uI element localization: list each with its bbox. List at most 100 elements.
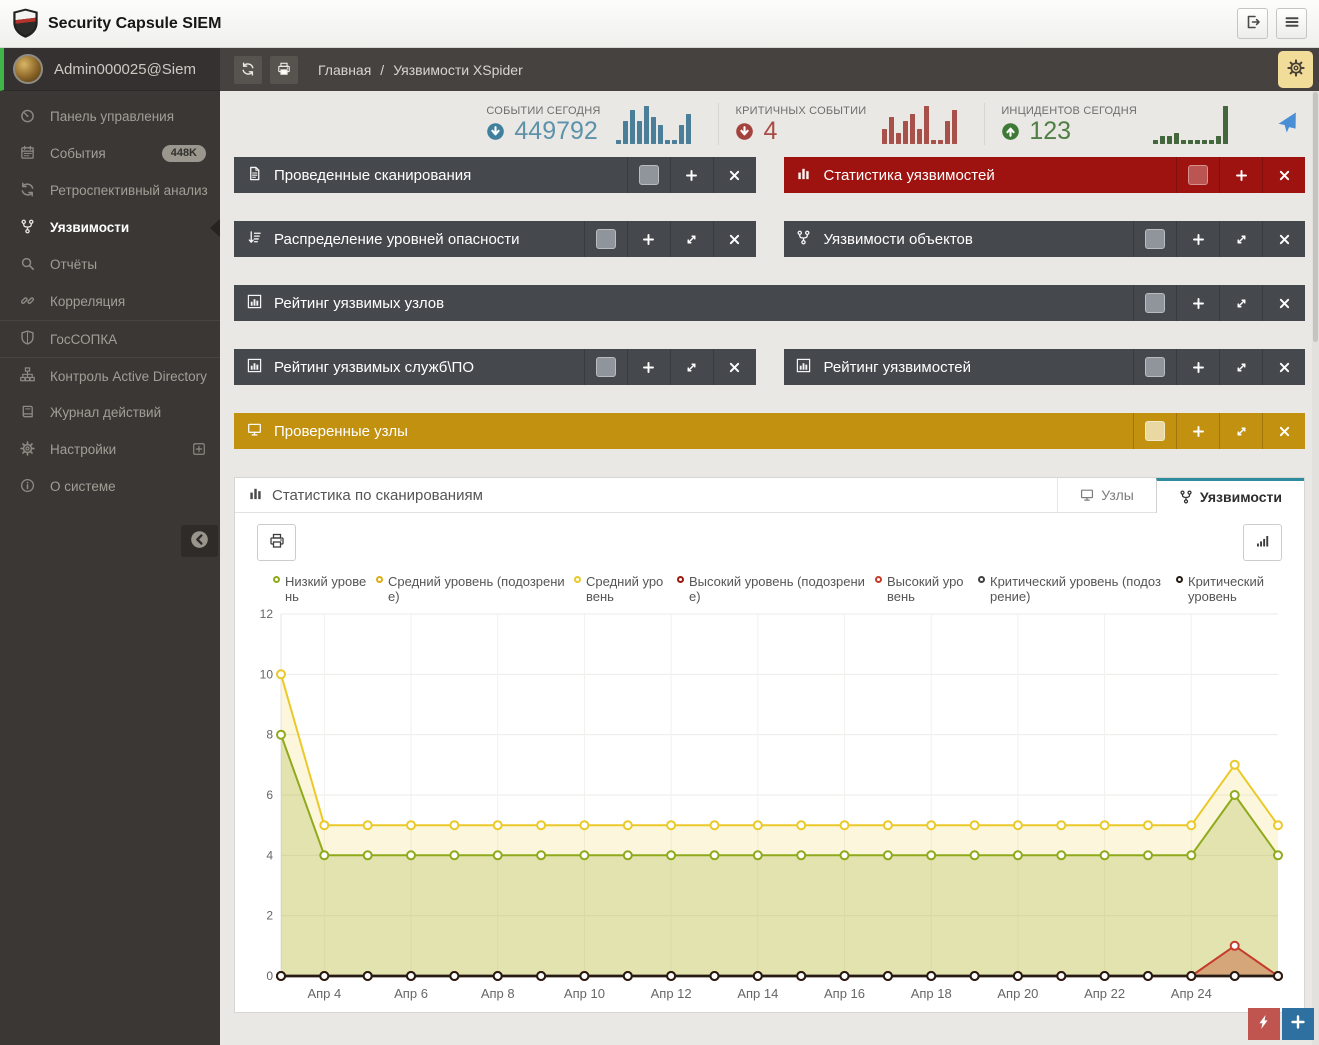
panel-swatch-button[interactable] <box>1133 349 1176 385</box>
panel-color-swatch[interactable] <box>1145 293 1165 313</box>
print-page-button[interactable] <box>270 55 298 84</box>
panel-close-button[interactable] <box>1262 157 1305 193</box>
panel-close-button[interactable] <box>1262 349 1305 385</box>
expand-icon <box>687 363 696 371</box>
close-icon <box>1279 362 1289 372</box>
menu-button[interactable] <box>1276 8 1307 39</box>
panel-swatch-button[interactable] <box>1133 221 1176 257</box>
panel-plus-button[interactable] <box>1176 413 1219 449</box>
panel-swatch-button[interactable] <box>583 349 627 385</box>
vertical-scrollbar[interactable] <box>1312 91 1319 1045</box>
breadcrumb-home[interactable]: Главная <box>318 62 371 78</box>
legend-item[interactable]: Средний уровень (подозрение) <box>376 574 565 604</box>
panel-color-swatch[interactable] <box>638 165 659 185</box>
monitor-icon <box>1081 489 1094 501</box>
svg-text:Апр 18: Апр 18 <box>911 986 952 1001</box>
sidebar-item-correlation[interactable]: Корреляция <box>0 283 220 320</box>
panel-close-button[interactable] <box>712 221 756 257</box>
panel-close-button[interactable] <box>712 157 756 193</box>
sidebar-item-settings[interactable]: Настройки <box>0 431 220 468</box>
info-icon <box>20 478 34 492</box>
sidebar-item-about[interactable]: О системе <box>0 468 220 505</box>
close-icon <box>1279 234 1289 244</box>
close-icon <box>729 170 740 180</box>
panel-plus-button[interactable] <box>626 221 670 257</box>
svg-text:0: 0 <box>266 969 273 983</box>
add-widget-button[interactable] <box>1282 1008 1314 1040</box>
panel-color-swatch[interactable] <box>1145 357 1165 377</box>
panel-color-swatch[interactable] <box>595 229 616 249</box>
panel-plus-button[interactable] <box>1176 285 1219 321</box>
scrollbar-thumb[interactable] <box>1313 92 1318 342</box>
legend-item[interactable]: Высокий уровень (подозрение) <box>677 574 866 604</box>
logout-button[interactable] <box>1237 8 1268 39</box>
sidebar-item-reports[interactable]: Отчёты <box>0 246 220 283</box>
panel-close-button[interactable] <box>1262 413 1305 449</box>
legend-label: Низкий уровень <box>285 574 367 604</box>
sidebar-item-ad-control[interactable]: Контроль Active Directory <box>0 357 220 394</box>
sidebar-item-events[interactable]: События 448K <box>0 135 220 172</box>
panel-close-button[interactable] <box>712 349 756 385</box>
legend-item[interactable]: Критический уровень <box>1176 574 1270 604</box>
bars-icon <box>798 169 809 180</box>
tab-vulnerabilities[interactable]: Уязвимости <box>1155 478 1304 513</box>
panel-swatch-button[interactable] <box>626 157 670 193</box>
panel-plus-button[interactable] <box>1219 157 1262 193</box>
stat-label: КРИТИЧНЫХ СОБЫТИИ <box>735 104 867 117</box>
dashboard-settings-button[interactable] <box>1278 51 1313 88</box>
user-row[interactable]: Admin000025@Siem <box>0 48 220 91</box>
sidebar-item-dashboard[interactable]: Панель управления <box>0 98 220 135</box>
panel-color-swatch[interactable] <box>1145 421 1165 441</box>
panel-expand-button[interactable] <box>669 221 713 257</box>
tab-nodes[interactable]: Узлы <box>1057 478 1156 512</box>
panel-color-swatch[interactable] <box>1188 165 1208 185</box>
legend-item[interactable]: Высокий уровень <box>875 574 969 604</box>
sidebar-item-gossopka[interactable]: ГосСОПКА <box>0 320 220 357</box>
chartbox-icon <box>247 359 261 373</box>
sidebar-collapse-button[interactable] <box>181 525 218 557</box>
logout-icon <box>1245 14 1261 33</box>
panel-plus-button[interactable] <box>1176 221 1219 257</box>
chart-type-button[interactable] <box>1243 524 1282 561</box>
refresh-button[interactable] <box>234 55 262 84</box>
panel-expand-button[interactable] <box>1219 221 1262 257</box>
panel-plus-button[interactable] <box>669 157 713 193</box>
chart-print-button[interactable] <box>257 524 296 561</box>
panel-expand-button[interactable] <box>1219 413 1262 449</box>
sidebar-item-vulnerabilities[interactable]: Уязвимости <box>0 209 220 246</box>
signal-bars-icon <box>1255 533 1271 552</box>
sidebar-item-retrospective[interactable]: Ретроспективный анализ <box>0 172 220 209</box>
arrow-up-circle-icon <box>1001 122 1020 141</box>
send-icon[interactable] <box>1275 110 1300 139</box>
gear-icon <box>1286 59 1305 77</box>
panel-plus-button[interactable] <box>626 349 670 385</box>
sort-icon <box>234 230 274 247</box>
gear-icon <box>1286 59 1305 80</box>
legend-item[interactable]: Низкий уровень <box>273 574 367 604</box>
panel-color-swatch[interactable] <box>595 357 616 377</box>
floating-buttons <box>1248 1008 1314 1040</box>
panel-plus-button[interactable] <box>1176 349 1219 385</box>
legend-item[interactable]: Средний уровень <box>574 574 668 604</box>
panel-expand-button[interactable] <box>1219 349 1262 385</box>
panel-close-button[interactable] <box>1262 221 1305 257</box>
panel-swatch-button[interactable] <box>1133 413 1176 449</box>
panel-title: Проведенные сканирования <box>274 166 472 184</box>
collapse-left-icon <box>190 530 209 553</box>
panel-swatch-button[interactable] <box>1133 285 1176 321</box>
expand-icon <box>687 235 696 243</box>
expand-submenu-icon[interactable] <box>192 442 206 458</box>
panel-color-swatch[interactable] <box>1145 229 1165 249</box>
sidebar-item-action-log[interactable]: Журнал действий <box>0 394 220 431</box>
legend-item[interactable]: Критический уровень (подозрение) <box>978 574 1167 604</box>
panel-close-button[interactable] <box>1262 285 1305 321</box>
legend-marker-icon <box>273 576 280 583</box>
stat-sparkline <box>616 104 702 144</box>
breadcrumb: Главная / Уязвимости XSpider <box>318 62 523 78</box>
panel-expand-button[interactable] <box>1219 285 1262 321</box>
quick-action-button[interactable] <box>1248 1008 1280 1040</box>
panel-expand-button[interactable] <box>669 349 713 385</box>
panel-swatch-button[interactable] <box>583 221 627 257</box>
close-icon <box>729 362 740 372</box>
panel-swatch-button[interactable] <box>1176 157 1219 193</box>
